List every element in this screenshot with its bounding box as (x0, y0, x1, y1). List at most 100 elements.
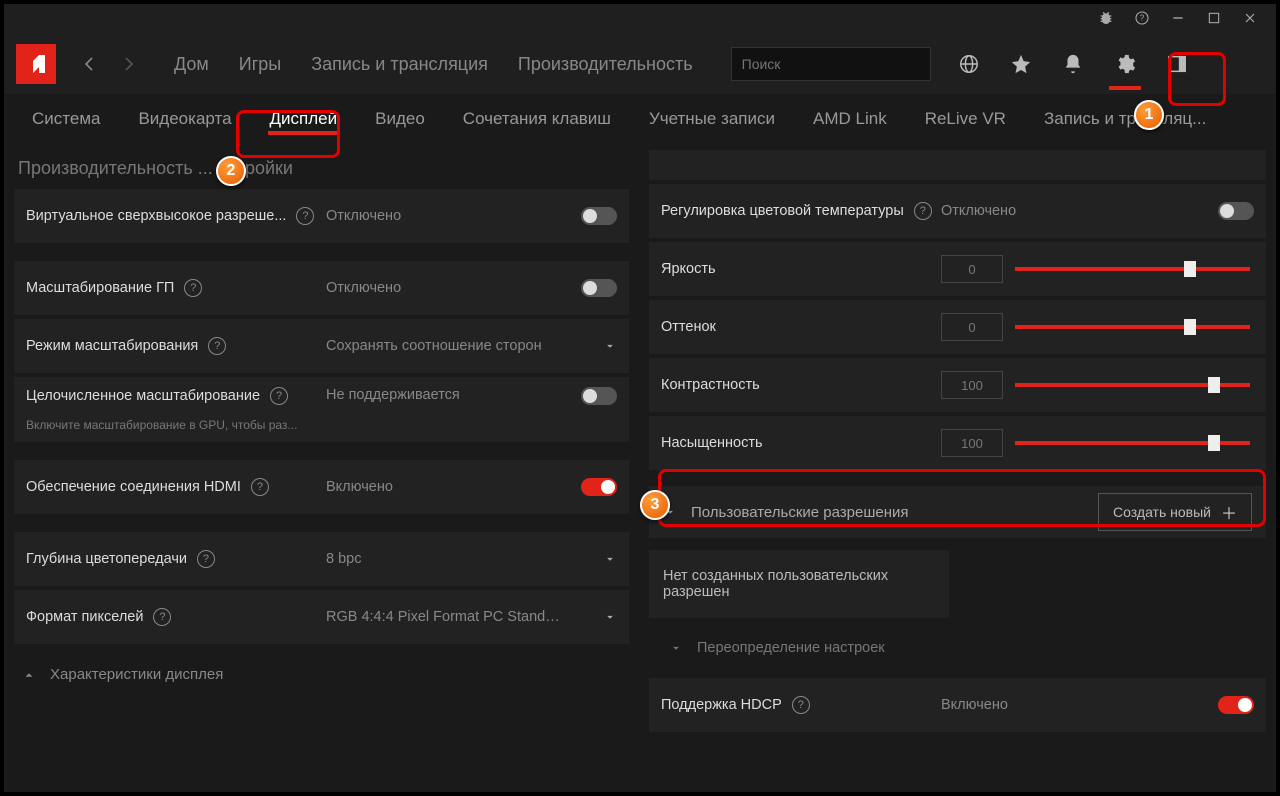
help-icon[interactable]: ? (208, 337, 226, 355)
forward-button[interactable] (112, 47, 146, 81)
bug-icon[interactable] (1098, 10, 1114, 29)
subtab-relive[interactable]: ReLive VR (909, 99, 1022, 139)
row-brightness: Яркость 0 (649, 242, 1266, 296)
tint-value[interactable]: 0 (941, 313, 1003, 341)
close-icon[interactable] (1242, 10, 1258, 29)
brightness-slider[interactable] (1015, 267, 1250, 271)
help-icon[interactable]: ? (197, 550, 215, 568)
help-icon[interactable]: ? (1134, 10, 1150, 29)
help-icon[interactable]: ? (184, 279, 202, 297)
row-vsr: Виртуальное сверхвысокое разреше...? Отк… (14, 189, 629, 243)
nav-performance[interactable]: Производительность (504, 46, 707, 83)
intscale-value: Не поддерживается (326, 387, 567, 403)
row-hdmi: Обеспечение соединения HDMI? Включено (14, 460, 629, 514)
intscale-toggle[interactable] (581, 387, 617, 405)
nav-home[interactable]: Дом (160, 46, 223, 83)
contrast-value[interactable]: 100 (941, 371, 1003, 399)
subtab-display[interactable]: Дисплей (254, 99, 354, 139)
row-display-chars[interactable]: Характеристики дисплея (14, 648, 629, 701)
colortemp-label: Регулировка цветовой температуры (661, 203, 904, 219)
row-intscale: Целочисленное масштабирование? Включите … (14, 377, 629, 442)
amd-logo (16, 44, 56, 84)
search-box[interactable] (731, 47, 931, 81)
hdcp-toggle[interactable] (1218, 696, 1254, 714)
row-tint: Оттенок 0 (649, 300, 1266, 354)
subtab-video[interactable]: Видео (359, 99, 441, 139)
pixfmt-label: Формат пикселей (26, 609, 143, 625)
row-saturation: Насыщенность 100 (649, 416, 1266, 470)
brightness-label: Яркость (661, 261, 716, 277)
colortemp-toggle[interactable] (1218, 202, 1254, 220)
marker-1: 1 (1134, 100, 1164, 130)
subtab-accounts[interactable]: Учетные записи (633, 99, 791, 139)
row-gpuscale: Масштабирование ГП? Отключено (14, 261, 629, 315)
search-input[interactable] (742, 56, 923, 72)
hdmi-toggle[interactable] (581, 478, 617, 496)
row-depth: Глубина цветопередачи? 8 bpc (14, 532, 629, 586)
subtab-hotkeys[interactable]: Сочетания клавиш (447, 99, 627, 139)
star-icon[interactable] (1003, 46, 1039, 82)
row-cut-header (649, 150, 1266, 180)
scalemode-value: Сохранять соотношение сторон (326, 338, 567, 354)
subtab-system[interactable]: Система (16, 99, 116, 139)
back-button[interactable] (72, 47, 106, 81)
scalemode-dropdown[interactable] (567, 339, 617, 353)
brightness-value[interactable]: 0 (941, 255, 1003, 283)
tint-slider[interactable] (1015, 325, 1250, 329)
sidebar-toggle-icon[interactable] (1159, 46, 1195, 82)
help-icon[interactable]: ? (153, 608, 171, 626)
plus-icon: ＋ (1221, 500, 1237, 524)
subtab-gpu[interactable]: Видеокарта (122, 99, 247, 139)
colortemp-value: Отключено (941, 203, 1204, 219)
intscale-sub: Включите масштабирование в GPU, чтобы ра… (26, 418, 297, 432)
bell-icon[interactable] (1055, 46, 1091, 82)
gpuscale-label: Масштабирование ГП (26, 280, 174, 296)
hdmi-value: Включено (326, 479, 567, 495)
gpuscale-value: Отключено (326, 280, 567, 296)
settings-icon[interactable] (1107, 46, 1143, 82)
help-icon[interactable]: ? (296, 207, 314, 225)
help-icon[interactable]: ? (251, 478, 269, 496)
contrast-label: Контрастность (661, 377, 760, 393)
tint-label: Оттенок (661, 319, 716, 335)
contrast-slider[interactable] (1015, 383, 1250, 387)
no-custom-res-msg: Нет созданных пользовательских разрешен (649, 550, 949, 618)
marker-2: 2 (216, 156, 246, 186)
saturation-slider[interactable] (1015, 441, 1250, 445)
row-custom-resolutions[interactable]: Пользовательские разрешения Создать новы… (649, 486, 1266, 538)
custom-res-label: Пользовательские разрешения (691, 504, 1084, 521)
intscale-label: Целочисленное масштабирование (26, 388, 260, 404)
svg-text:?: ? (1140, 13, 1145, 22)
help-icon[interactable]: ? (792, 696, 810, 714)
vsr-toggle[interactable] (581, 207, 617, 225)
depth-dropdown[interactable] (567, 552, 617, 566)
saturation-value[interactable]: 100 (941, 429, 1003, 457)
subtab-amdlink[interactable]: AMD Link (797, 99, 903, 139)
help-icon[interactable]: ? (270, 387, 288, 405)
main-toolbar: Дом Игры Запись и трансляция Производите… (4, 34, 1276, 94)
display-chars-label: Характеристики дисплея (50, 666, 223, 683)
pixfmt-value: RGB 4:4:4 Pixel Format PC Standar... (326, 609, 567, 625)
left-column: Производительность ... астройки Виртуаль… (4, 144, 639, 792)
right-column: Регулировка цветовой температуры? Отключ… (639, 144, 1276, 792)
help-icon[interactable]: ? (914, 202, 932, 220)
row-hdcp: Поддержка HDCP? Включено (649, 678, 1266, 732)
minimize-icon[interactable] (1170, 10, 1186, 29)
create-new-button[interactable]: Создать новый＋ (1098, 493, 1252, 531)
maximize-icon[interactable] (1206, 10, 1222, 29)
hdmi-label: Обеспечение соединения HDMI (26, 479, 241, 495)
override-label: Переопределение настроек (697, 640, 885, 656)
marker-3: 3 (640, 490, 670, 520)
vsr-value: Отключено (326, 208, 567, 224)
nav-games[interactable]: Игры (225, 46, 295, 83)
depth-value: 8 bpc (326, 551, 567, 567)
row-pixfmt: Формат пикселей? RGB 4:4:4 Pixel Format … (14, 590, 629, 644)
subtab-stream[interactable]: Запись и трансляц... (1028, 99, 1222, 139)
nav-stream[interactable]: Запись и трансляция (297, 46, 502, 83)
depth-label: Глубина цветопередачи (26, 551, 187, 567)
row-override[interactable]: Переопределение настроек (649, 630, 1266, 666)
settings-subtabs: Система Видеокарта Дисплей Видео Сочетан… (4, 94, 1276, 144)
gpuscale-toggle[interactable] (581, 279, 617, 297)
web-icon[interactable] (951, 46, 987, 82)
pixfmt-dropdown[interactable] (567, 610, 617, 624)
